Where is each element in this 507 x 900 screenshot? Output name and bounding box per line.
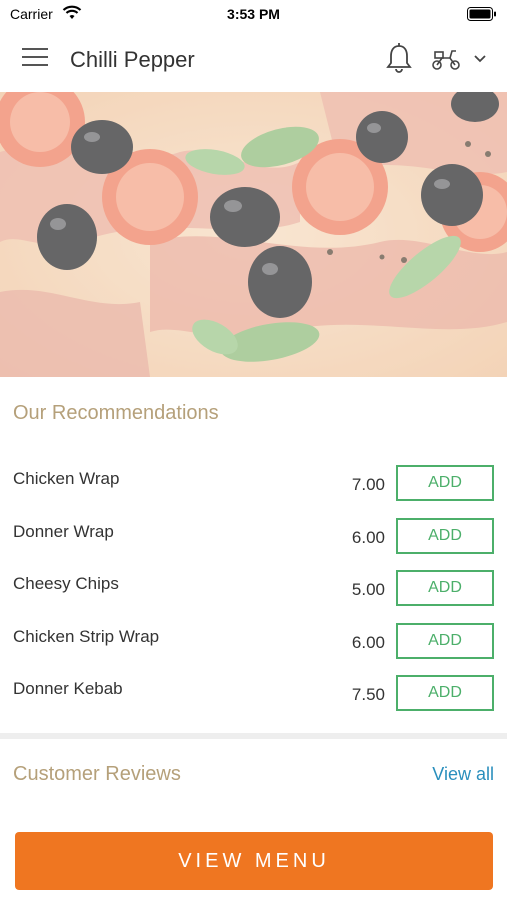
item-price: 6.00 bbox=[351, 528, 385, 547]
list-item: Cheesy Chips 5.00 ADD bbox=[0, 570, 507, 622]
bell-icon[interactable] bbox=[385, 42, 413, 74]
page-title: Chilli Pepper bbox=[70, 47, 195, 72]
item-name: Donner Wrap bbox=[13, 522, 114, 541]
item-price: 5.00 bbox=[351, 580, 385, 599]
status-bar: Carrier 3:53 PM bbox=[0, 0, 507, 28]
item-name: Donner Kebab bbox=[13, 679, 123, 698]
add-button[interactable]: ADD bbox=[396, 675, 494, 711]
list-item: Donner Kebab 7.50 ADD bbox=[0, 675, 507, 727]
item-price: 7.00 bbox=[351, 475, 385, 494]
view-all-link[interactable]: View all bbox=[432, 764, 494, 785]
recommendations-title: Our Recommendations bbox=[13, 402, 219, 424]
list-item: Chicken Strip Wrap 6.00 ADD bbox=[0, 623, 507, 675]
reviews-title: Customer Reviews bbox=[13, 763, 181, 785]
menu-icon[interactable] bbox=[22, 48, 48, 70]
recommendations-section: Our Recommendations Chicken Wrap 7.00 AD… bbox=[0, 377, 507, 733]
hero-pizza-image bbox=[0, 92, 507, 377]
add-button[interactable]: ADD bbox=[396, 518, 494, 554]
list-item: Donner Wrap 6.00 ADD bbox=[0, 518, 507, 570]
add-button[interactable]: ADD bbox=[396, 570, 494, 606]
scooter-icon[interactable] bbox=[430, 46, 462, 72]
app-header: Chilli Pepper bbox=[0, 28, 507, 92]
list-item: Chicken Wrap 7.00 ADD bbox=[0, 465, 507, 517]
item-price: 6.00 bbox=[351, 633, 385, 652]
chevron-down-icon[interactable] bbox=[472, 53, 488, 65]
reviews-section: Customer Reviews View all bbox=[0, 739, 507, 819]
view-menu-button[interactable]: VIEW MENU bbox=[15, 832, 493, 890]
status-time: 3:53 PM bbox=[227, 6, 280, 22]
item-name: Cheesy Chips bbox=[13, 574, 119, 593]
battery-icon bbox=[467, 7, 496, 21]
item-name: Chicken Strip Wrap bbox=[13, 627, 160, 646]
add-button[interactable]: ADD bbox=[396, 623, 494, 659]
item-price: 7.50 bbox=[351, 685, 385, 704]
item-name: Chicken Wrap bbox=[13, 469, 120, 488]
add-button[interactable]: ADD bbox=[396, 465, 494, 501]
